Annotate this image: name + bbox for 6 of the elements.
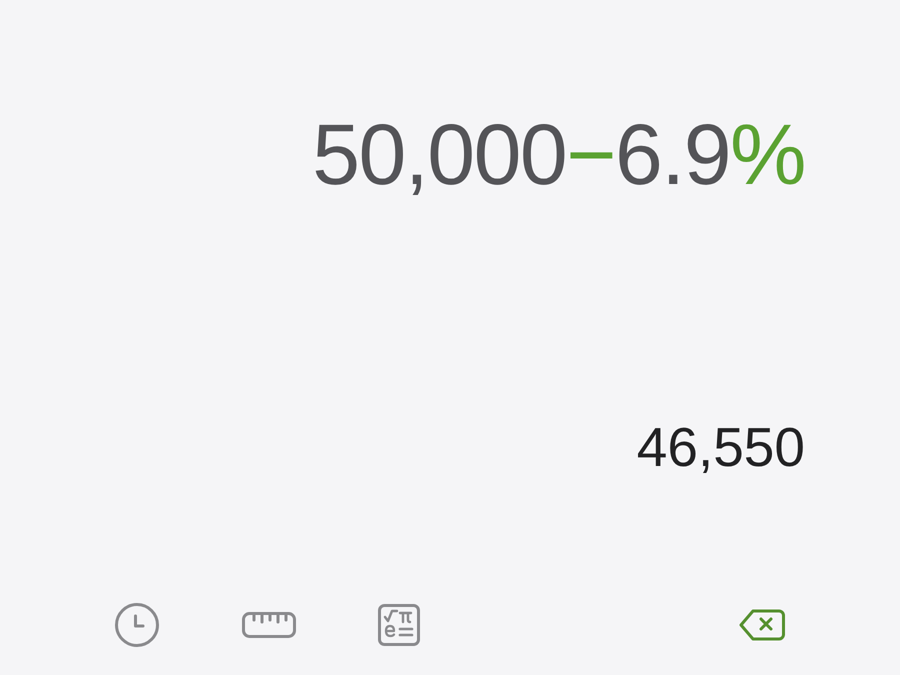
ruler-icon [242, 612, 296, 638]
result-display: 46,550 [636, 416, 805, 480]
scientific-calculator-icon [378, 604, 420, 646]
clock-icon [114, 602, 160, 648]
expression-display: 50,000−6.9% [312, 106, 805, 205]
backspace-icon [739, 609, 785, 641]
